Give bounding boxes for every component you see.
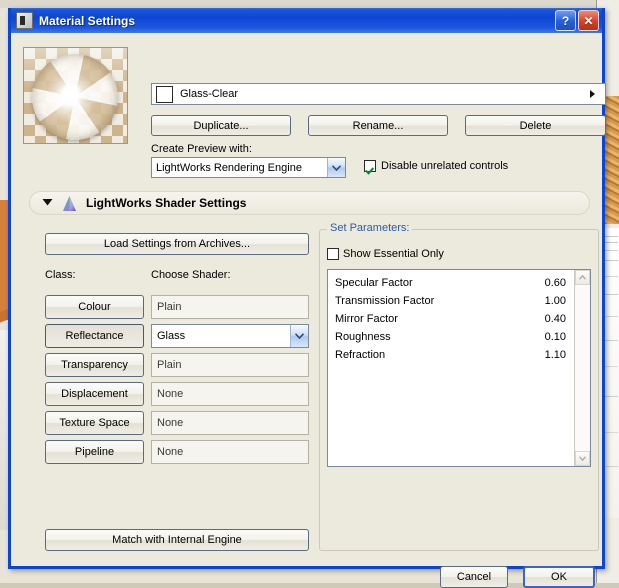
shader-value-transparency: Plain	[151, 353, 309, 377]
class-button-transparency[interactable]: Transparency	[45, 353, 144, 377]
material-name-value: Glass-Clear	[180, 88, 239, 100]
scroll-up-icon[interactable]	[575, 270, 590, 285]
scroll-down-icon[interactable]	[575, 451, 590, 466]
chevron-down-icon[interactable]	[290, 325, 308, 347]
load-settings-button[interactable]: Load Settings from Archives...	[45, 233, 309, 255]
collapse-triangle-icon[interactable]	[42, 197, 53, 209]
preview-highlight	[57, 83, 84, 103]
table-row[interactable]: Transmission Factor 1.00	[328, 292, 574, 310]
render-engine-combo[interactable]: LightWorks Rendering Engine	[151, 157, 346, 178]
lightworks-prism-icon	[61, 195, 78, 212]
shader-value-colour: Plain	[151, 295, 309, 319]
title-bar[interactable]: Material Settings ? ✕	[11, 8, 602, 33]
create-preview-label: Create Preview with:	[151, 143, 252, 155]
parameter-value: 1.10	[544, 349, 566, 361]
show-essential-checkbox-row[interactable]: Show Essential Only	[327, 248, 444, 260]
duplicate-button[interactable]: Duplicate...	[151, 115, 291, 136]
parameter-value: 0.10	[544, 331, 566, 343]
class-column-header: Class:	[45, 269, 76, 281]
parameter-name: Transmission Factor	[335, 295, 435, 307]
parameter-rows: Specular Factor 0.60 Transmission Factor…	[328, 270, 574, 466]
disable-unrelated-checkbox-row[interactable]: Disable unrelated controls	[364, 160, 508, 172]
ok-button[interactable]: OK	[523, 566, 595, 588]
shader-column-header: Choose Shader:	[151, 269, 231, 281]
class-button-reflectance[interactable]: Reflectance	[45, 324, 144, 348]
class-button-texture-space[interactable]: Texture Space	[45, 411, 144, 435]
parameter-name: Roughness	[335, 331, 391, 343]
material-color-swatch	[156, 85, 173, 103]
window-title: Material Settings	[39, 13, 136, 28]
table-row[interactable]: Mirror Factor 0.40	[328, 310, 574, 328]
rename-button[interactable]: Rename...	[308, 115, 448, 136]
shader-value-reflectance: Glass	[157, 330, 186, 342]
parameter-name: Refraction	[335, 349, 386, 361]
class-button-displacement[interactable]: Displacement	[45, 382, 144, 406]
cancel-button[interactable]: Cancel	[440, 566, 508, 588]
table-row[interactable]: Roughness 0.10	[328, 328, 574, 346]
match-internal-engine-button[interactable]: Match with Internal Engine	[45, 529, 309, 551]
parameter-list[interactable]: Specular Factor 0.60 Transmission Factor…	[327, 269, 591, 467]
disable-unrelated-label: Disable unrelated controls	[381, 160, 509, 172]
parameter-name: Specular Factor	[335, 277, 413, 289]
delete-button[interactable]: Delete	[465, 115, 606, 136]
close-icon[interactable]: ✕	[578, 10, 599, 31]
parameter-value: 1.00	[544, 295, 566, 307]
help-button[interactable]: ?	[555, 10, 576, 31]
section-title: LightWorks Shader Settings	[86, 196, 247, 210]
shader-value-pipeline: None	[151, 440, 309, 464]
class-button-colour[interactable]: Colour	[45, 295, 144, 319]
title-bar-left: Material Settings	[16, 12, 553, 29]
parameter-value: 0.60	[544, 277, 566, 289]
shader-value-displacement: None	[151, 382, 309, 406]
shader-combo-reflectance[interactable]: Glass	[151, 324, 309, 348]
material-name-combo[interactable]: Glass-Clear	[151, 83, 606, 105]
render-engine-value: LightWorks Rendering Engine	[156, 161, 302, 174]
show-essential-checkbox[interactable]	[327, 248, 339, 260]
shader-settings-section-header[interactable]: LightWorks Shader Settings	[29, 191, 590, 215]
preview-sphere	[32, 54, 118, 140]
parameter-list-scrollbar[interactable]	[574, 270, 590, 466]
parameter-value: 0.40	[544, 313, 566, 325]
shader-value-texture-space: None	[151, 411, 309, 435]
show-essential-label: Show Essential Only	[343, 248, 444, 260]
material-preview-thumbnail[interactable]	[23, 47, 128, 144]
table-row[interactable]: Refraction 1.10	[328, 346, 574, 364]
background-top-strip	[0, 0, 619, 8]
material-settings-dialog: Material Settings ? ✕ Glass-Clear Duplic…	[8, 8, 606, 588]
dialog-client-area: Glass-Clear Duplicate... Rename... Delet…	[11, 33, 606, 588]
class-button-pipeline[interactable]: Pipeline	[45, 440, 144, 464]
set-parameters-legend: Set Parameters:	[327, 222, 413, 234]
app-icon	[16, 12, 33, 29]
chevron-down-icon[interactable]	[327, 158, 345, 177]
table-row[interactable]: Specular Factor 0.60	[328, 274, 574, 292]
parameter-name: Mirror Factor	[335, 313, 398, 325]
dropdown-arrow-icon[interactable]	[589, 89, 601, 99]
disable-unrelated-checkbox[interactable]	[364, 160, 376, 172]
shader-class-panel: Load Settings from Archives... Class: Ch…	[29, 223, 311, 553]
